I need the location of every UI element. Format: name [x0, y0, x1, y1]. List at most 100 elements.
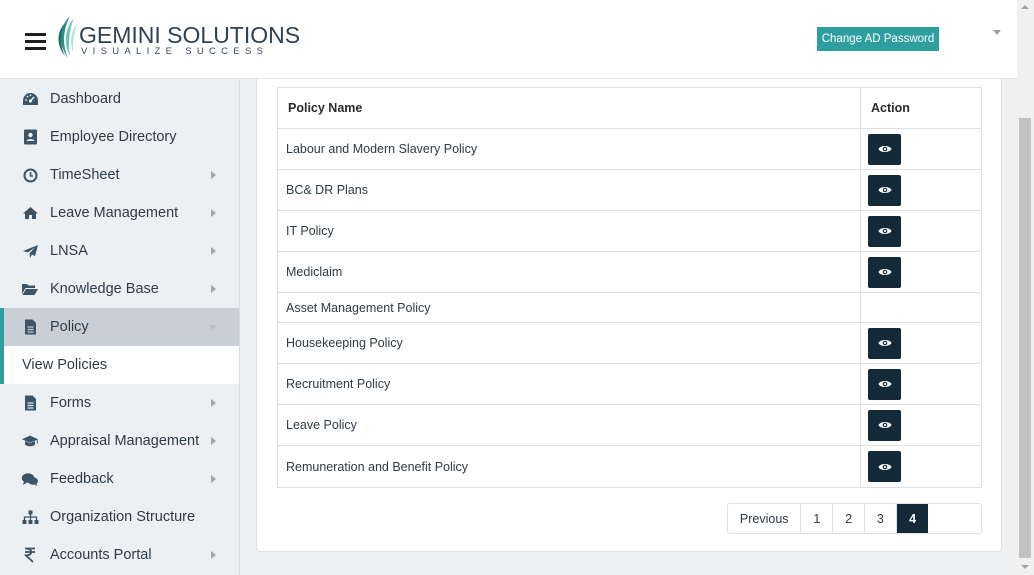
user-menu-dropdown-icon[interactable]	[993, 30, 1001, 35]
action-cell	[861, 323, 981, 363]
sidebar-item-employee-directory[interactable]: Employee Directory	[0, 118, 239, 156]
sidebar: Dashboard Employee Directory TimeSheet L…	[0, 80, 240, 575]
policy-name-cell: Mediclaim	[278, 252, 861, 292]
policies-table: Policy Name Action Labour and Modern Sla…	[277, 87, 982, 488]
table-row: BC& DR Plans	[278, 170, 981, 211]
eye-icon	[878, 185, 892, 195]
action-cell	[861, 211, 981, 251]
table-row: Housekeeping Policy	[278, 323, 981, 364]
sidebar-item-organization-structure[interactable]: Organization Structure	[0, 498, 239, 536]
table-header-row: Policy Name Action	[278, 88, 981, 129]
brand-logo[interactable]: GEMINI SOLUTIONS VISUALIZE SUCCESS	[54, 14, 300, 64]
page-scrollbar[interactable]	[1017, 0, 1034, 575]
table-row: Leave Policy	[278, 405, 981, 446]
sidebar-item-feedback[interactable]: Feedback	[0, 460, 239, 498]
view-policy-button[interactable]	[868, 327, 901, 359]
sidebar-item-forms[interactable]: Forms	[0, 384, 239, 422]
sidebar-item-label: Appraisal Management	[50, 433, 200, 449]
column-header-action: Action	[871, 101, 910, 115]
pagination-page-4-current[interactable]: 4	[896, 504, 929, 533]
pagination-next-button[interactable]	[928, 504, 981, 533]
chevron-right-icon	[211, 171, 216, 179]
eye-icon	[878, 420, 892, 430]
table-row: Labour and Modern Slavery Policy	[278, 129, 981, 170]
table-row: Recruitment Policy	[278, 364, 981, 405]
hamburger-menu-icon[interactable]	[25, 33, 46, 50]
sidebar-item-leave-management[interactable]: Leave Management	[0, 194, 239, 232]
dashboard-icon	[21, 91, 39, 107]
table-row: IT Policy	[278, 211, 981, 252]
change-ad-password-button[interactable]: Change AD Password	[817, 27, 939, 51]
sidebar-subitem-view-policies[interactable]: View Policies	[0, 346, 239, 384]
table-row: Asset Management Policy	[278, 293, 981, 323]
pagination-page-2[interactable]: 2	[833, 504, 865, 533]
scroll-down-arrow-icon[interactable]	[1021, 565, 1029, 569]
chat-bubbles-icon	[21, 471, 39, 487]
sidebar-item-label: Organization Structure	[50, 509, 196, 525]
pagination: Previous 1 2 3 4	[727, 503, 982, 534]
sidebar-item-appraisal-management[interactable]: Appraisal Management	[0, 422, 239, 460]
table-row: Mediclaim	[278, 252, 981, 293]
view-policy-button[interactable]	[868, 409, 901, 441]
sidebar-item-label: LNSA	[50, 243, 88, 259]
sidebar-item-accounts-portal[interactable]: Accounts Portal	[0, 536, 239, 574]
view-policy-button[interactable]	[868, 133, 901, 165]
policy-name-cell: Recruitment Policy	[278, 364, 861, 404]
chevron-right-icon	[211, 247, 216, 255]
pagination-page-1[interactable]: 1	[801, 504, 834, 533]
sidebar-item-policy[interactable]: Policy	[0, 308, 239, 346]
scrollbar-thumb[interactable]	[1019, 118, 1031, 558]
scroll-up-arrow-icon[interactable]	[1021, 5, 1029, 9]
home-icon	[21, 205, 39, 221]
sidebar-subitem-label: View Policies	[22, 357, 108, 373]
sidebar-item-label: Forms	[50, 395, 92, 411]
policy-name-cell: Labour and Modern Slavery Policy	[278, 129, 861, 169]
sidebar-item-knowledge-base[interactable]: Knowledge Base	[0, 270, 239, 308]
rupee-icon	[21, 547, 39, 563]
brand-name: GEMINI SOLUTIONS	[79, 22, 301, 48]
action-cell	[861, 364, 981, 404]
policy-name-cell: BC& DR Plans	[278, 170, 861, 210]
policy-name-cell: Remuneration and Benefit Policy	[278, 446, 861, 487]
sidebar-item-label: Dashboard	[50, 91, 121, 107]
policy-name-cell: IT Policy	[278, 211, 861, 251]
sidebar-item-label: Accounts Portal	[50, 547, 152, 563]
policy-name-cell: Housekeeping Policy	[278, 323, 861, 363]
eye-icon	[878, 226, 892, 236]
action-cell	[861, 293, 981, 322]
table-row: Remuneration and Benefit Policy	[278, 446, 981, 487]
contact-card-icon	[21, 129, 39, 145]
clock-icon	[21, 167, 39, 183]
sidebar-item-label: Knowledge Base	[50, 281, 159, 297]
pagination-previous-button[interactable]: Previous	[728, 504, 802, 533]
sidebar-item-label: TimeSheet	[50, 167, 120, 183]
document-icon	[21, 319, 39, 335]
eye-icon	[878, 379, 892, 389]
chevron-down-icon	[209, 325, 217, 330]
view-policy-button[interactable]	[868, 451, 901, 482]
policy-name-cell: Leave Policy	[278, 405, 861, 445]
graduation-cap-icon	[21, 433, 39, 449]
chevron-right-icon	[211, 285, 216, 293]
chevron-right-icon	[211, 437, 216, 445]
eye-icon	[878, 267, 892, 277]
eye-icon	[878, 144, 892, 154]
sidebar-item-timesheet[interactable]: TimeSheet	[0, 156, 239, 194]
sidebar-item-label: Employee Directory	[50, 129, 177, 145]
chevron-right-icon	[211, 209, 216, 217]
sidebar-item-label: Leave Management	[50, 205, 179, 221]
sidebar-item-dashboard[interactable]: Dashboard	[0, 80, 239, 118]
org-chart-icon	[21, 509, 39, 525]
policies-panel: Policy Name Action Labour and Modern Sla…	[256, 79, 1002, 552]
sidebar-item-lnsa[interactable]: LNSA	[0, 232, 239, 270]
view-policy-button[interactable]	[868, 256, 901, 288]
eye-icon	[878, 462, 892, 472]
view-policy-button[interactable]	[868, 174, 901, 206]
chevron-right-icon	[211, 399, 216, 407]
view-policy-button[interactable]	[868, 368, 901, 400]
pagination-page-3[interactable]: 3	[865, 504, 897, 533]
chevron-right-icon	[211, 551, 216, 559]
action-cell	[861, 252, 981, 292]
sidebar-item-label: Feedback	[50, 471, 114, 487]
view-policy-button[interactable]	[868, 215, 901, 247]
